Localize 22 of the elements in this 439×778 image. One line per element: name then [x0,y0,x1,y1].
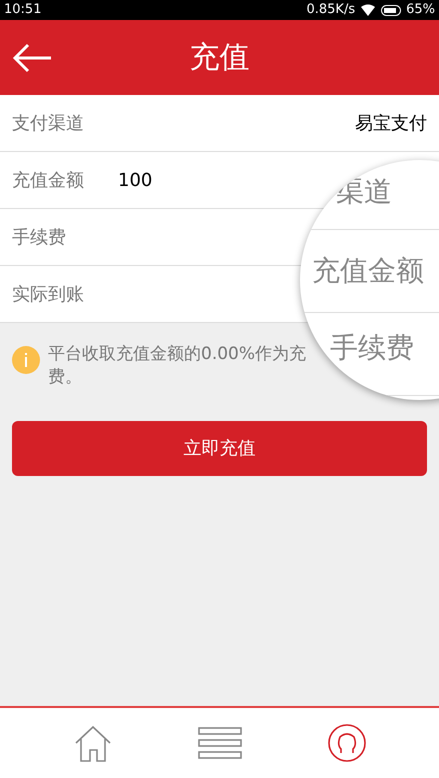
page-title: 充值 [190,39,250,77]
battery-icon [381,4,404,16]
battery-level: 65% [406,1,435,20]
status-time: 10:51 [4,1,42,20]
notice-text: 平台收取充值金额的0.00%作为充 [48,343,306,366]
menu-icon[interactable] [198,726,242,760]
notice-text: 费。 [48,366,83,389]
network-speed: 0.85K/s [306,1,356,20]
field-label: 手续费 [12,226,67,250]
field-label: 实际到账 [12,282,85,306]
field-label: 充值金额 [12,168,85,192]
wifi-icon [361,4,376,16]
amount-input[interactable]: 100 [118,166,178,194]
magnified-label: 手续费 [330,330,414,366]
field-label: 支付渠道 [12,112,85,136]
back-arrow-icon[interactable] [13,42,53,72]
magnified-label: 充值金额 [312,253,424,289]
person-icon[interactable] [326,723,366,763]
field-value: 易宝支付 [355,112,427,136]
submit-button[interactable]: 立即充值 [12,421,427,476]
info-icon [12,346,40,374]
home-icon[interactable] [72,723,112,763]
